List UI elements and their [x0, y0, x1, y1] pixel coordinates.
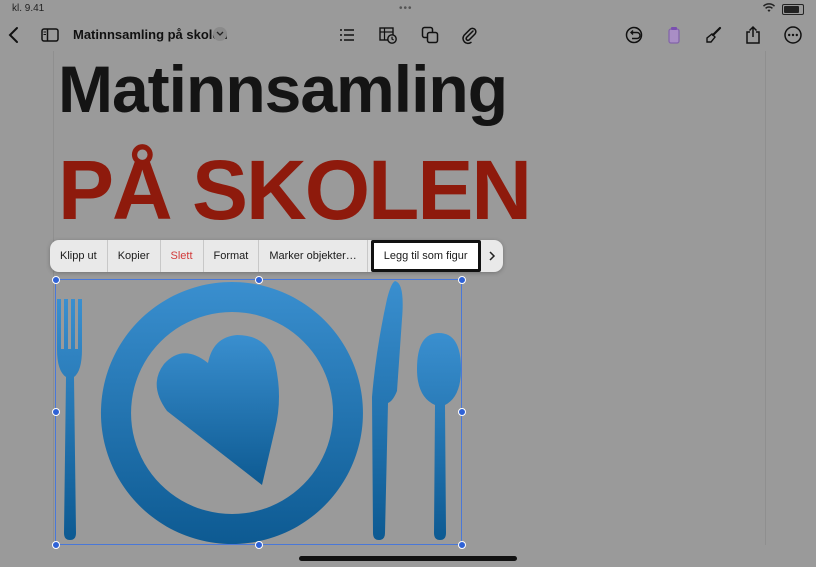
- menu-next-chevron-icon[interactable]: [481, 240, 503, 272]
- resize-handle-bottom[interactable]: [255, 541, 263, 549]
- multitasking-dots[interactable]: •••: [399, 3, 413, 14]
- resize-handle-bottom-right[interactable]: [458, 541, 466, 549]
- menu-item-format[interactable]: Format: [204, 240, 260, 272]
- menu-item-select-objects[interactable]: Marker objekter…: [259, 240, 368, 272]
- home-indicator[interactable]: [299, 556, 517, 561]
- menu-item-cut[interactable]: Klipp ut: [50, 240, 108, 272]
- table-clock-icon[interactable]: [377, 24, 399, 46]
- shapes-icon[interactable]: [419, 24, 441, 46]
- selection-frame: [55, 279, 462, 545]
- heading-pa-skolen[interactable]: PÅ SKOLEN: [58, 142, 532, 238]
- resize-handle-left[interactable]: [52, 408, 60, 416]
- sidebar-toggle-icon[interactable]: [39, 24, 61, 46]
- title-chevron-down-icon[interactable]: [213, 27, 227, 41]
- toolbar: Matinnsamling på skolen: [0, 20, 816, 50]
- more-options-icon[interactable]: [782, 24, 804, 46]
- pencil-tool-icon[interactable]: [663, 24, 685, 46]
- context-menu: Klipp ut Kopier Slett Format Marker obje…: [50, 240, 503, 272]
- resize-handle-top[interactable]: [255, 276, 263, 284]
- resize-handle-top-left[interactable]: [52, 276, 60, 284]
- list-icon[interactable]: [336, 24, 358, 46]
- paintbrush-icon[interactable]: [703, 24, 725, 46]
- resize-handle-top-right[interactable]: [458, 276, 466, 284]
- resize-handle-bottom-left[interactable]: [52, 541, 60, 549]
- status-time: kl. 9.41: [12, 3, 45, 14]
- battery-icon: [782, 4, 804, 15]
- menu-item-add-as-shape[interactable]: Legg til som figur: [370, 240, 481, 272]
- status-bar: kl. 9.41 •••: [0, 0, 816, 18]
- document-title[interactable]: Matinnsamling på skolen: [73, 27, 228, 42]
- back-chevron-icon[interactable]: [3, 24, 25, 46]
- status-indicators: [762, 3, 804, 16]
- menu-item-delete[interactable]: Slett: [161, 240, 204, 272]
- menu-item-copy[interactable]: Kopier: [108, 240, 161, 272]
- wifi-icon: [762, 3, 776, 16]
- heading-matinnsamling[interactable]: Matinnsamling: [58, 52, 508, 126]
- share-icon[interactable]: [742, 24, 764, 46]
- paperclip-icon[interactable]: [458, 24, 480, 46]
- undo-icon[interactable]: [623, 24, 645, 46]
- resize-handle-right[interactable]: [458, 408, 466, 416]
